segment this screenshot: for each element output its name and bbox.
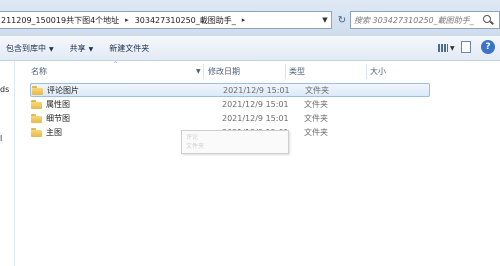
file-name: 细节图 <box>46 113 70 123</box>
navigation-pane: ds l <box>0 61 15 266</box>
chevron-down-icon: ▼ <box>88 45 94 53</box>
include-in-library-label: 包含到库中 <box>6 43 46 53</box>
address-history-dropdown-icon[interactable]: ▼ <box>318 11 332 29</box>
column-header-size[interactable]: 大小 <box>370 63 386 79</box>
chevron-down-icon[interactable]: ▼ <box>196 68 201 75</box>
file-row[interactable]: 细节图 2021/12/9 15:01 文件夹 <box>30 111 430 125</box>
folder-icon <box>31 127 42 137</box>
column-header-type[interactable]: 类型 <box>289 63 305 79</box>
drag-preview-type: 文件夹 <box>186 143 205 150</box>
file-row[interactable]: 评论图片 2021/12/9 15:01 文件夹 <box>30 83 430 97</box>
column-divider[interactable] <box>203 64 204 79</box>
column-header-name-label: 名称 <box>31 66 47 76</box>
chevron-down-icon: ▼ <box>450 44 455 52</box>
share-button[interactable]: 共享 ▼ <box>62 43 102 54</box>
column-header-size-label: 大小 <box>370 66 386 76</box>
include-in-library-button[interactable]: 包含到库中 ▼ <box>0 43 62 54</box>
file-date: 2021/12/9 15:01 <box>223 85 290 95</box>
file-type: 文件夹 <box>305 85 329 95</box>
file-date: 2021/12/9 15:01 <box>222 113 289 123</box>
drag-preview: 评论 文件夹 <box>181 130 289 154</box>
file-type: 文件夹 <box>304 127 328 137</box>
sort-ascending-icon: ^ <box>113 61 119 68</box>
file-date: 2021/12/9 15:01 <box>222 99 289 109</box>
file-name: 评论图片 <box>47 85 79 95</box>
breadcrumb-chevron-icon[interactable]: ▸ <box>121 16 133 24</box>
file-type: 文件夹 <box>304 113 328 123</box>
new-folder-button[interactable]: 新建文件夹 <box>101 43 157 54</box>
command-bar: 包含到库中 ▼ 共享 ▼ 新建文件夹 ▼ ? <box>0 36 500 61</box>
column-divider[interactable] <box>285 64 286 79</box>
help-icon[interactable]: ? <box>481 40 495 54</box>
column-header-type-label: 类型 <box>289 66 305 76</box>
search-input[interactable]: 搜索 303427310250_載图助手_ <box>350 11 500 29</box>
breadcrumb-chevron-icon[interactable]: ▸ <box>238 16 250 24</box>
search-icon[interactable] <box>483 15 493 25</box>
preview-pane-icon[interactable] <box>461 41 471 53</box>
change-view-button[interactable]: ▼ <box>438 41 460 55</box>
column-header-date-label: 修改日期 <box>208 66 240 76</box>
search-placeholder: 搜索 303427310250_載图助手_ <box>354 15 474 25</box>
refresh-icon[interactable]: ↻ <box>335 12 349 28</box>
folder-icon <box>31 113 42 123</box>
drag-preview-name: 评论 <box>186 134 199 141</box>
file-name: 属性图 <box>46 99 70 109</box>
nav-item[interactable]: l <box>0 134 2 143</box>
breadcrumb-segment[interactable]: 211209_150019共下图4个地址 <box>0 15 121 26</box>
column-divider[interactable] <box>366 64 367 79</box>
address-bar-area: 211209_150019共下图4个地址 ▸ 303427310250_載图助手… <box>0 0 500 36</box>
column-header-name[interactable]: 名称 <box>31 63 47 79</box>
new-folder-label: 新建文件夹 <box>109 43 150 53</box>
folder-icon <box>31 99 42 109</box>
folder-icon <box>32 85 43 95</box>
breadcrumb-segment[interactable]: 303427310250_載图助手_ <box>133 15 238 26</box>
view-icon <box>438 44 448 52</box>
address-bar[interactable]: 211209_150019共下图4个地址 ▸ 303427310250_載图助手… <box>0 11 332 29</box>
chevron-down-icon: ▼ <box>49 45 54 53</box>
column-header-date[interactable]: 修改日期 <box>208 63 240 79</box>
share-label: 共享 <box>69 43 86 53</box>
file-list: ^ 名称 ▼ 修改日期 类型 大小 评论图片 2021/12/9 15:01 文… <box>15 61 500 266</box>
file-type: 文件夹 <box>304 99 328 109</box>
file-row[interactable]: 属性图 2021/12/9 15:01 文件夹 <box>30 97 430 111</box>
nav-item[interactable]: ds <box>0 85 9 94</box>
